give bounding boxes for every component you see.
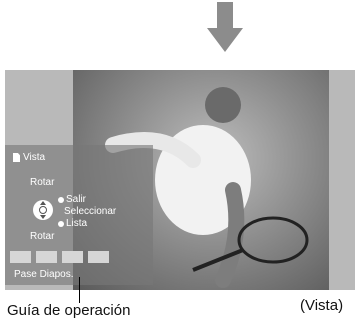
leader-line xyxy=(79,277,80,303)
tv-screen: Vista Rotar Salir Seleccionar Lista Rota… xyxy=(5,70,355,290)
rotate-top-label: Rotar xyxy=(30,177,55,188)
view-title-label: Vista xyxy=(23,152,46,163)
rotate-bottom-label: Rotar xyxy=(30,231,55,242)
operation-guide-overlay: Vista Rotar Salir Seleccionar Lista Rota… xyxy=(5,145,153,285)
dpad-icon xyxy=(33,200,53,220)
guide-caption: Guía de operación xyxy=(7,302,131,319)
view-caption: (Vista) xyxy=(300,297,344,314)
red-button xyxy=(10,251,31,263)
view-title: Vista xyxy=(13,152,45,163)
select-option: Seleccionar xyxy=(64,207,116,217)
select-label: Seleccionar xyxy=(64,206,117,217)
blue-button xyxy=(88,251,109,263)
yellow-button xyxy=(62,251,83,263)
list-label: Lista xyxy=(66,218,88,229)
bullet-icon xyxy=(58,197,64,203)
arrow-down-icon xyxy=(205,0,245,55)
exit-option: Salir xyxy=(58,195,86,205)
exit-label: Salir xyxy=(66,194,87,205)
document-icon xyxy=(13,153,20,162)
bullet-icon xyxy=(58,221,64,227)
green-button xyxy=(36,251,57,263)
color-buttons xyxy=(10,251,109,263)
list-option: Lista xyxy=(58,219,87,229)
slideshow-label: Pase Diapos. xyxy=(14,269,74,280)
